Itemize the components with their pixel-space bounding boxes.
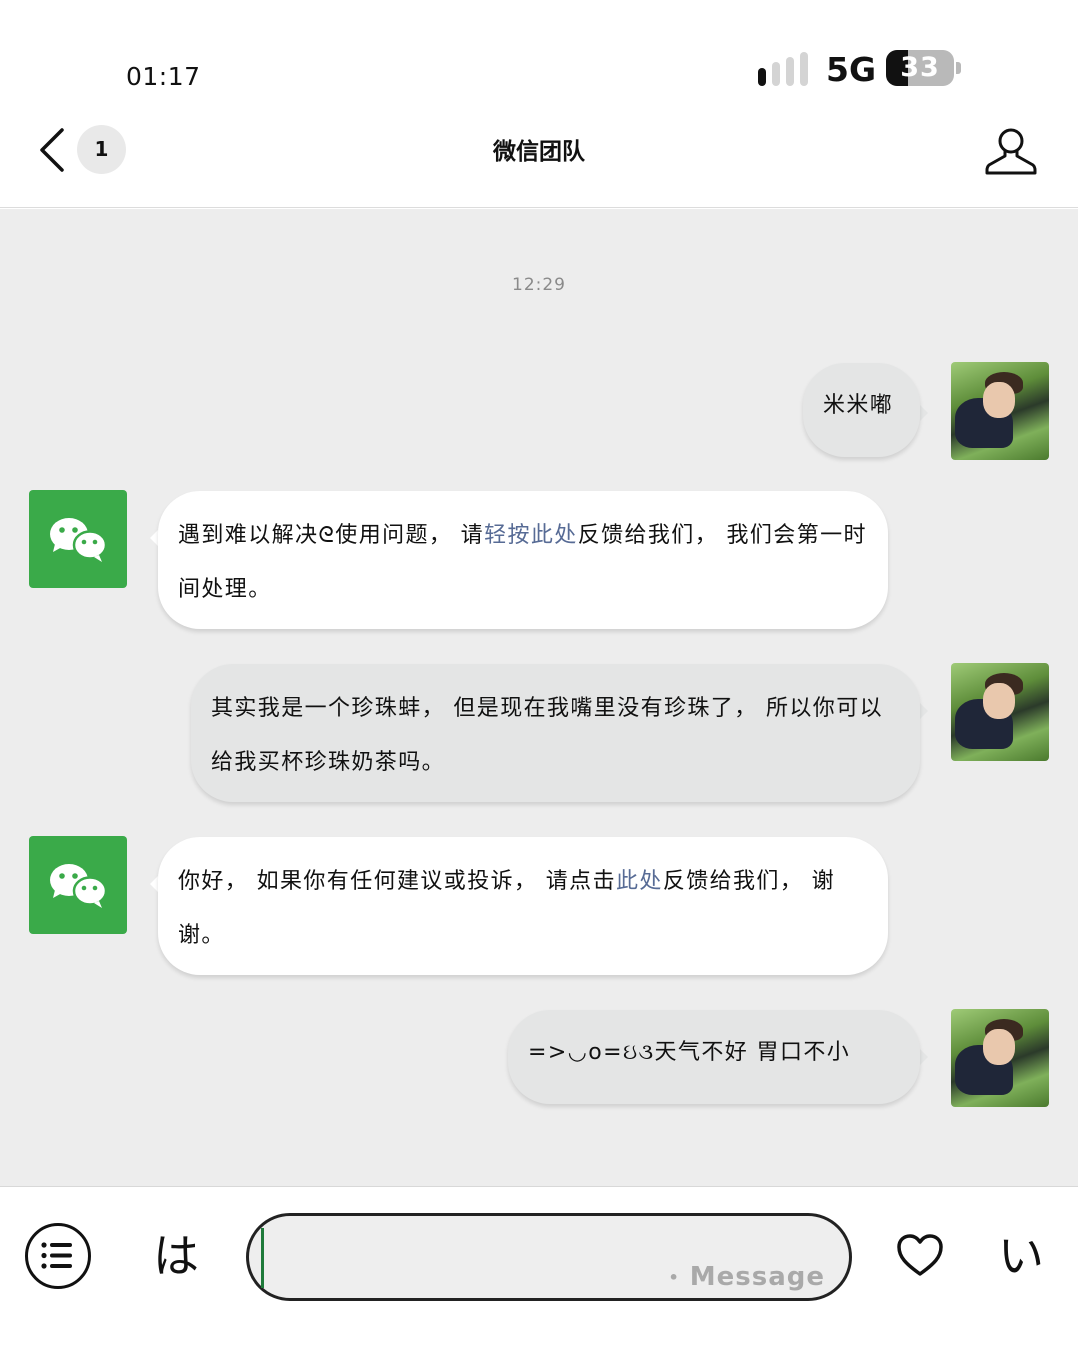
status-bar: 01:17 5G 33 [0, 0, 1078, 110]
message-input[interactable]: • Message [246, 1213, 852, 1301]
signal-strength-icon [758, 52, 814, 86]
status-time: 01:17 [126, 62, 201, 91]
message-bubble-sent[interactable]: 其实我是一个珍珠蚌， 但是现在我嘴里没有珍珠了， 所以你可以给我买杯珍珠奶茶吗。 [191, 664, 920, 802]
text-caret [261, 1228, 264, 1288]
wechat-logo-icon [50, 864, 108, 908]
battery-percent: 33 [900, 52, 940, 83]
message-text: 米米嘟 [823, 393, 894, 418]
chat-header: 1 微信团队 [0, 110, 1078, 208]
wechat-avatar[interactable] [29, 490, 127, 588]
heart-icon[interactable] [896, 1233, 944, 1277]
message-placeholder: • Message [668, 1262, 825, 1292]
message-bubble-received[interactable]: 你好， 如果你有任何建议或投诉， 请点击此处反馈给我们， 谢谢。 [158, 837, 888, 975]
my-avatar[interactable] [951, 1009, 1049, 1107]
message-text: 你好， 如果你有任何建议或投诉， 请点击 [178, 869, 616, 894]
message-input-bar: は • Message い [0, 1186, 1078, 1358]
message-bubble-sent[interactable]: =>◡o=ઇ૩天气不好 胃口不小 [508, 1010, 920, 1104]
message-text: =>◡o=ઇ૩天气不好 胃口不小 [528, 1040, 851, 1065]
message-timestamp: 12:29 [512, 275, 566, 295]
page-title: 微信团队 [493, 139, 585, 165]
feedback-link[interactable]: 此处 [616, 869, 663, 894]
wechat-logo-icon [50, 518, 108, 562]
message-text: 遇到难以解决ᘓ使用问题， 请 [178, 523, 485, 548]
bubble-pointer [920, 1049, 928, 1065]
bubble-pointer [150, 530, 158, 546]
battery-indicator: 33 [886, 50, 954, 86]
message-text: 其实我是一个珍珠蚌， 但是现在我嘴里没有珍珠了， 所以你可以给我买杯珍珠奶茶吗。 [211, 696, 883, 775]
message-bubble-received[interactable]: 遇到难以解决ᘓ使用问题， 请轻按此处反馈给我们， 我们会第一时间处理。 [158, 491, 888, 629]
feedback-link[interactable]: 轻按此处 [484, 523, 578, 548]
bubble-pointer [150, 876, 158, 892]
menu-list-icon[interactable] [25, 1223, 91, 1289]
keyboard-key-i[interactable]: い [998, 1231, 1044, 1281]
network-type: 5G [826, 50, 877, 89]
my-avatar[interactable] [951, 663, 1049, 761]
user-icon[interactable] [984, 126, 1038, 176]
wechat-avatar[interactable] [29, 836, 127, 934]
chat-message-list[interactable]: 12:29 米米嘟 遇到难以解决ᘓ使用问题， 请轻按此处反馈给我们， 我们会第一… [0, 209, 1078, 1186]
my-avatar[interactable] [951, 362, 1049, 460]
bubble-pointer [920, 703, 928, 719]
bubble-pointer [920, 405, 928, 421]
battery-tip [956, 62, 961, 74]
keyboard-key-ha[interactable]: は [153, 1231, 199, 1281]
message-bubble-sent[interactable]: 米米嘟 [803, 363, 920, 457]
